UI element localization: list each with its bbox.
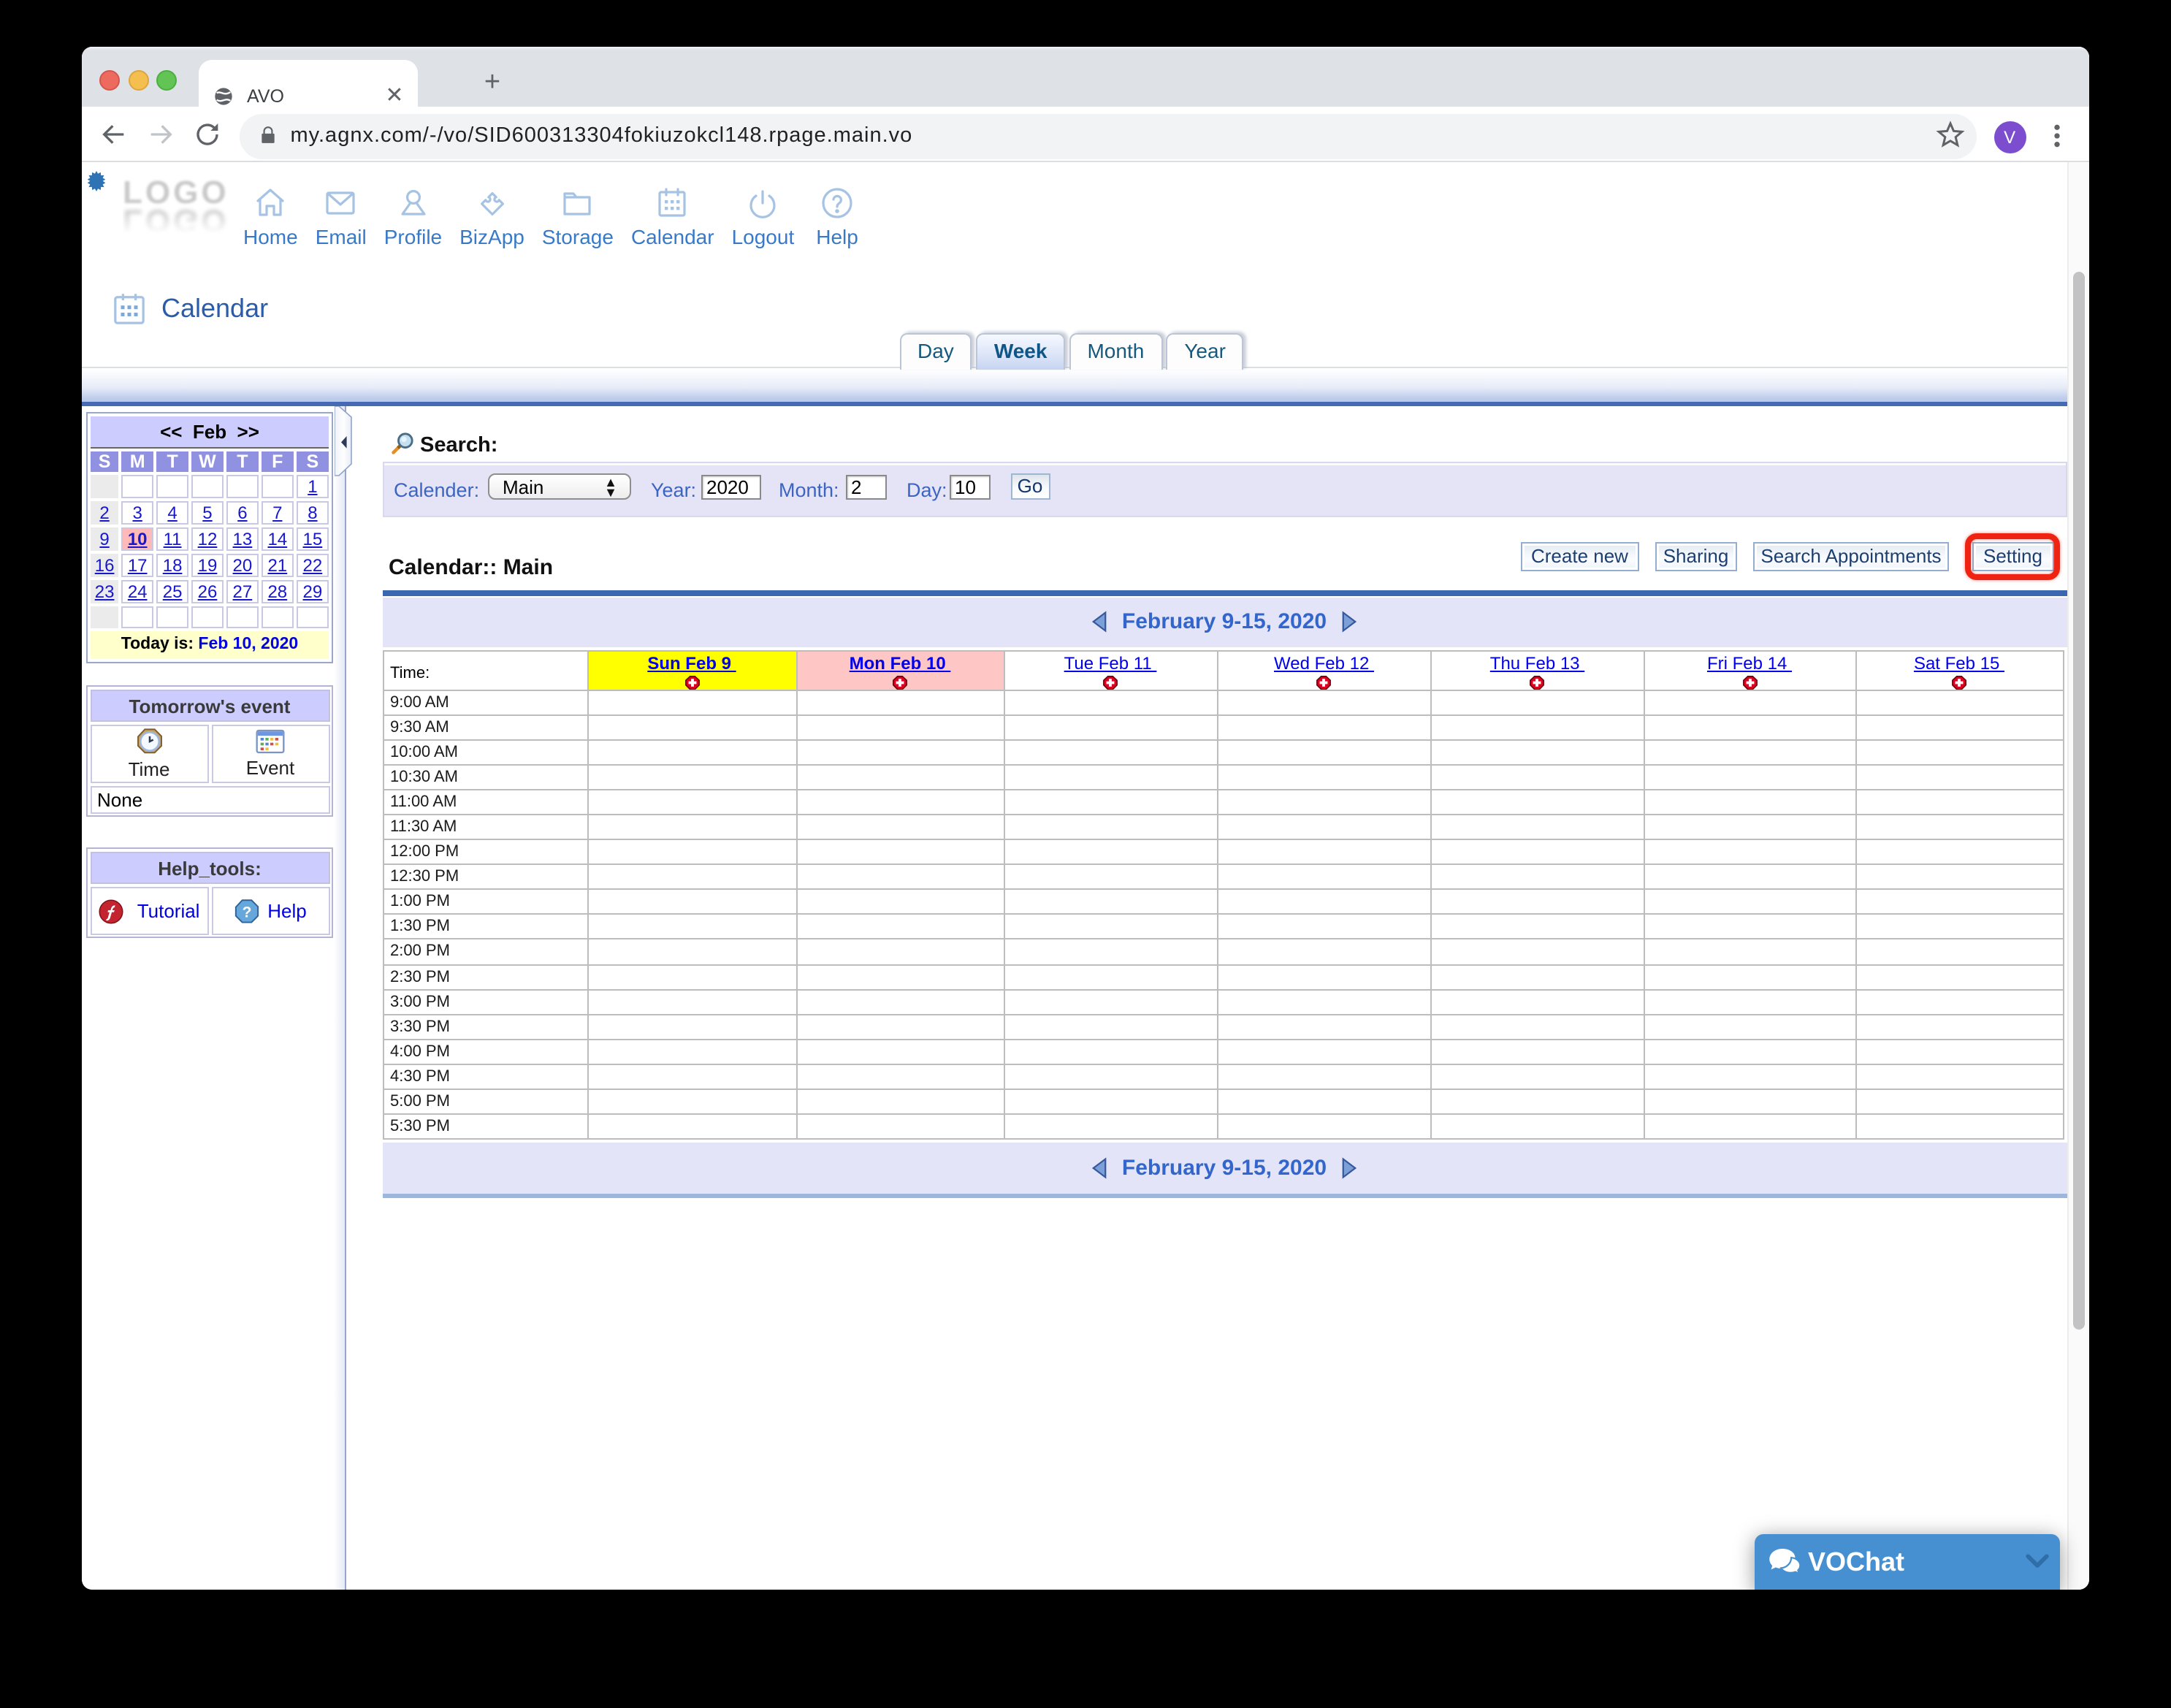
svg-text:?: ? [243, 904, 252, 920]
